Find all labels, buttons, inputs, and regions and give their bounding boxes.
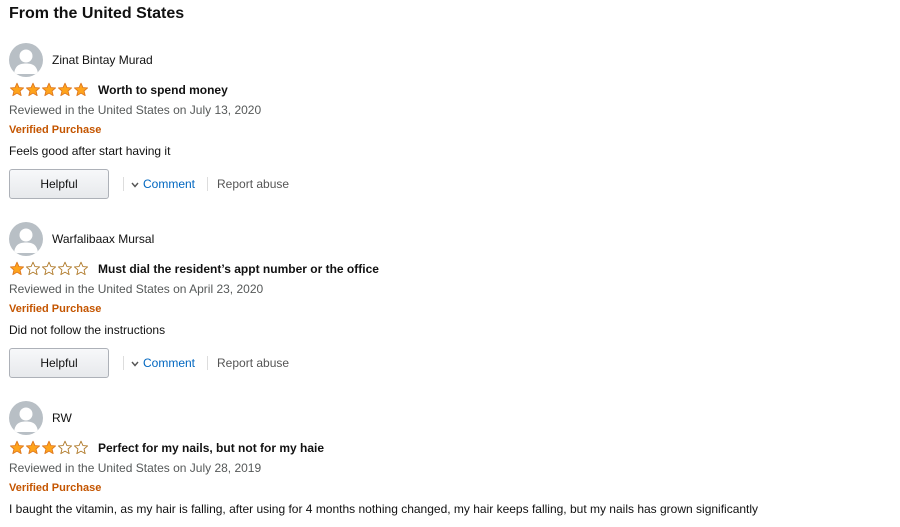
helpful-button[interactable]: Helpful — [9, 348, 109, 378]
section-title: From the United States — [9, 5, 185, 22]
review-item: RW Perfect for my nails, but not for my … — [9, 401, 889, 527]
star-rating[interactable] — [9, 82, 89, 98]
review-title[interactable]: Perfect for my nails, but not for my hai… — [98, 441, 324, 455]
star-icon — [9, 261, 25, 276]
review-item: Warfalibaax Mursal Must dial the residen… — [9, 222, 889, 382]
rating-row: Worth to spend money — [9, 81, 228, 99]
avatar-icon — [9, 222, 43, 256]
review-date: Reviewed in the United States on July 28… — [9, 461, 262, 475]
star-icon — [41, 261, 57, 276]
divider — [207, 177, 209, 191]
comment-label: Comment — [143, 356, 196, 370]
review-title[interactable]: Must dial the resident’s appt number or … — [98, 262, 379, 276]
review-actions: Helpful Comment Report abuse — [9, 169, 289, 199]
star-icon — [9, 440, 25, 455]
review-item: Zinat Bintay Murad Worth to spend money … — [9, 43, 889, 203]
star-icon — [57, 82, 73, 97]
star-rating[interactable] — [9, 440, 89, 456]
divider — [207, 356, 209, 370]
avatar-icon — [9, 43, 43, 77]
review-date: Reviewed in the United States on April 2… — [9, 282, 264, 296]
star-icon — [41, 440, 57, 455]
report-abuse-link[interactable]: Report abuse — [217, 356, 289, 370]
review-body: I baught the vitamin, as my hair is fall… — [9, 502, 759, 516]
star-icon — [57, 440, 73, 455]
verified-purchase-badge[interactable]: Verified Purchase — [9, 302, 101, 316]
report-abuse-link[interactable]: Report abuse — [217, 177, 289, 191]
star-rating[interactable] — [9, 261, 89, 277]
review-title[interactable]: Worth to spend money — [98, 83, 228, 97]
reviews-page: From the United States Zinat Bintay Mura… — [0, 0, 900, 527]
comment-label: Comment — [143, 177, 196, 191]
comment-link[interactable]: Comment — [131, 177, 195, 191]
reviewer-name: Warfalibaax Mursal — [52, 232, 155, 246]
comment-link[interactable]: Comment — [131, 356, 195, 370]
reviewer-profile[interactable]: RW — [9, 401, 72, 435]
divider — [123, 177, 124, 191]
review-body: Did not follow the instructions — [9, 323, 166, 337]
review-body: Feels good after start having it — [9, 144, 171, 158]
star-icon — [73, 261, 89, 276]
star-icon — [25, 82, 41, 97]
reviewer-profile[interactable]: Zinat Bintay Murad — [9, 43, 153, 77]
verified-purchase-badge[interactable]: Verified Purchase — [9, 481, 101, 495]
reviewer-name: RW — [52, 411, 72, 425]
chevron-down-icon — [131, 356, 139, 370]
star-icon — [73, 440, 89, 455]
rating-row: Must dial the resident’s appt number or … — [9, 260, 379, 278]
review-actions: Helpful Comment Report abuse — [9, 348, 289, 378]
avatar-icon — [9, 401, 43, 435]
divider — [123, 356, 124, 370]
star-icon — [57, 261, 73, 276]
star-icon — [25, 440, 41, 455]
rating-row: Perfect for my nails, but not for my hai… — [9, 439, 324, 457]
star-icon — [9, 82, 25, 97]
star-icon — [25, 261, 41, 276]
star-icon — [73, 82, 89, 97]
helpful-button[interactable]: Helpful — [9, 169, 109, 199]
reviewer-name: Zinat Bintay Murad — [52, 53, 153, 67]
chevron-down-icon — [131, 177, 139, 191]
star-icon — [41, 82, 57, 97]
review-date: Reviewed in the United States on July 13… — [9, 103, 262, 117]
reviewer-profile[interactable]: Warfalibaax Mursal — [9, 222, 154, 256]
verified-purchase-badge[interactable]: Verified Purchase — [9, 123, 101, 137]
